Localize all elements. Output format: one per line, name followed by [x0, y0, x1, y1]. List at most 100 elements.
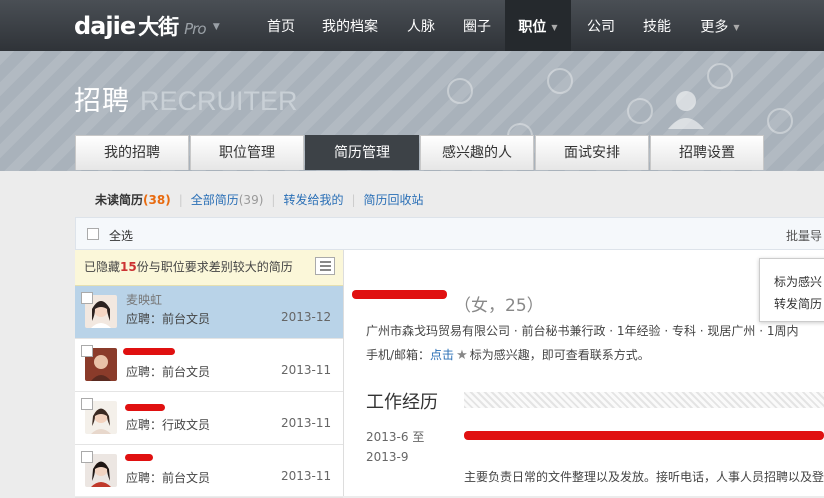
- contact-label: 手机/邮箱：: [366, 348, 431, 362]
- candidate-date: 2013-11: [281, 363, 332, 377]
- list-view-icon[interactable]: [315, 257, 335, 275]
- work-experience-heading: 工作经历: [366, 392, 438, 413]
- nav-home[interactable]: 首页: [255, 0, 307, 51]
- tab-interview-schedule[interactable]: 面试安排: [535, 135, 649, 170]
- row-checkbox[interactable]: [81, 292, 93, 304]
- redacted-name: [125, 404, 165, 411]
- select-all-checkbox[interactable]: [87, 228, 99, 240]
- contact-line: 手机/邮箱：点击 ★ 标为感兴趣，即可查看联系方式。: [366, 346, 650, 363]
- nav-circles[interactable]: 圈子: [452, 0, 502, 51]
- contact-hint: 标为感兴趣，即可查看联系方式。: [469, 348, 650, 362]
- redacted-company: [464, 431, 824, 440]
- row-checkbox[interactable]: [81, 345, 93, 357]
- candidate-list: 已隐藏15份与职位要求差别较大的简历 麦映虹 应聘：前台文员 2013-12 应…: [75, 250, 344, 498]
- list-item[interactable]: 应聘：前台文员 2013-11: [75, 445, 343, 498]
- row-checkbox[interactable]: [81, 398, 93, 410]
- select-all-label[interactable]: 全选: [109, 227, 133, 244]
- hidden-note-suffix: 份与职位要求差别较大的简历: [136, 260, 293, 274]
- dajie-logo[interactable]: dajie 大街 Pro ▼: [74, 11, 220, 41]
- list-item[interactable]: 应聘：前台文员 2013-11: [75, 339, 343, 392]
- row-checkbox[interactable]: [81, 451, 93, 463]
- star-icon[interactable]: ★: [456, 348, 468, 363]
- list-item[interactable]: 应聘：行政文员 2013-11: [75, 392, 343, 445]
- filter-unread[interactable]: 未读简历(38): [95, 193, 171, 207]
- nav-profile-label: 我的档案: [322, 19, 378, 35]
- all-count: (39): [238, 193, 264, 207]
- nav-profile[interactable]: 我的档案: [312, 0, 388, 51]
- menu-item-forward-resume[interactable]: 转发简历: [774, 295, 822, 312]
- candidate-date: 2013-11: [281, 469, 332, 483]
- nav-home-label: 首页: [267, 19, 295, 35]
- section-divider: [464, 392, 824, 408]
- hidden-count: 15: [120, 260, 137, 274]
- chevron-down-icon: ▼: [212, 22, 220, 32]
- nav-skills-label: 技能: [643, 19, 671, 35]
- candidate-position: 应聘：前台文员: [126, 312, 211, 326]
- resume-detail: （女，25） 广州市森戈玛贸易有限公司 · 前台秘书兼行政 · 1年经验 · 专…: [344, 250, 824, 496]
- menu-item-mark-interested[interactable]: 标为感兴: [774, 273, 822, 290]
- nav-jobs[interactable]: 职位 ▼: [505, 0, 571, 51]
- tab-label: 我的招聘: [104, 145, 160, 161]
- experience-date-end: 2013-9: [366, 450, 409, 464]
- list-item[interactable]: 麦映虹 应聘：前台文员 2013-12: [75, 286, 343, 339]
- candidate-date: 2013-11: [281, 416, 332, 430]
- tab-label: 面试安排: [564, 145, 620, 161]
- experience-date: 2013-6 至 2013-9: [366, 427, 424, 467]
- nav-network-label: 人脉: [407, 19, 435, 35]
- hidden-note-text: 已隐藏15份与职位要求差别较大的简历: [84, 260, 293, 274]
- tab-interested-people[interactable]: 感兴趣的人: [420, 135, 534, 170]
- batch-export-button[interactable]: 批量导: [786, 227, 822, 244]
- filter-forwarded[interactable]: 转发给我的: [283, 193, 343, 207]
- chevron-down-icon: ▼: [733, 23, 740, 32]
- tab-label: 感兴趣的人: [442, 145, 512, 161]
- divider: |: [271, 193, 276, 207]
- tab-label: 简历管理: [334, 145, 390, 161]
- filter-all-label: 全部简历: [190, 193, 239, 207]
- nav-jobs-label: 职位: [518, 19, 547, 36]
- chevron-down-icon: ▼: [551, 23, 558, 32]
- page-title-en: RECRUITER: [140, 86, 298, 116]
- hidden-note-prefix: 已隐藏: [84, 260, 121, 274]
- nav-more-label: 更多: [700, 19, 729, 36]
- candidate-gender-age: （女，25）: [454, 296, 544, 316]
- unread-count: (38): [143, 193, 171, 207]
- page-title-cn: 招聘: [74, 86, 130, 117]
- nav-network[interactable]: 人脉: [396, 0, 446, 51]
- candidate-position: 应聘：行政文员: [126, 418, 211, 432]
- candidate-summary: 广州市森戈玛贸易有限公司 · 前台秘书兼行政 · 1年经验 · 专科 · 现居广…: [366, 324, 799, 338]
- logo-cn: 大街: [138, 15, 179, 39]
- redacted-name: [123, 348, 175, 355]
- page-title: 招聘 RECRUITER: [74, 79, 298, 118]
- logo-pro: Pro: [184, 20, 206, 38]
- top-navbar: dajie 大街 Pro ▼ 首页 我的档案 人脉 圈子 职位 ▼ 公司 技能 更多 ▼: [0, 0, 824, 51]
- action-popup-menu: 标为感兴 转发简历: [759, 258, 824, 322]
- hidden-resumes-note: 已隐藏15份与职位要求差别较大的简历: [75, 250, 343, 286]
- tab-recruitment-settings[interactable]: 招聘设置: [650, 135, 764, 170]
- select-all-bar: 全选 批量导: [75, 217, 824, 250]
- logo-text: dajie: [74, 12, 136, 40]
- redacted-name: [352, 290, 447, 299]
- candidate-name[interactable]: 麦映虹: [126, 291, 162, 308]
- nav-skills[interactable]: 技能: [632, 0, 682, 51]
- filter-recycle-bin[interactable]: 简历回收站: [364, 193, 424, 207]
- tab-resume-management[interactable]: 简历管理: [305, 135, 419, 170]
- tab-job-management[interactable]: 职位管理: [190, 135, 304, 170]
- experience-description: 主要负责日常的文件整理以及发放。接听电话，人事人员招聘以及登: [464, 470, 824, 484]
- tab-my-recruitment[interactable]: 我的招聘: [75, 135, 189, 170]
- experience-date-start: 2013-6 至: [366, 430, 425, 444]
- tab-label: 招聘设置: [679, 145, 735, 161]
- divider: |: [351, 193, 356, 207]
- nav-more[interactable]: 更多 ▼: [690, 0, 750, 51]
- resume-filter-nav: 未读简历(38) | 全部简历(39) | 转发给我的 | 简历回收站: [95, 191, 424, 208]
- filter-all[interactable]: 全部简历(39): [191, 193, 264, 207]
- divider: |: [178, 193, 183, 207]
- nav-company[interactable]: 公司: [576, 0, 626, 51]
- mark-interested-link[interactable]: 点击: [430, 348, 454, 362]
- redacted-name: [125, 454, 153, 461]
- candidate-position: 应聘：前台文员: [126, 365, 211, 379]
- nav-circles-label: 圈子: [463, 19, 491, 35]
- filter-unread-label: 未读简历: [95, 193, 144, 207]
- candidate-position: 应聘：前台文员: [126, 471, 211, 485]
- candidate-date: 2013-12: [281, 310, 332, 324]
- tab-label: 职位管理: [219, 145, 275, 161]
